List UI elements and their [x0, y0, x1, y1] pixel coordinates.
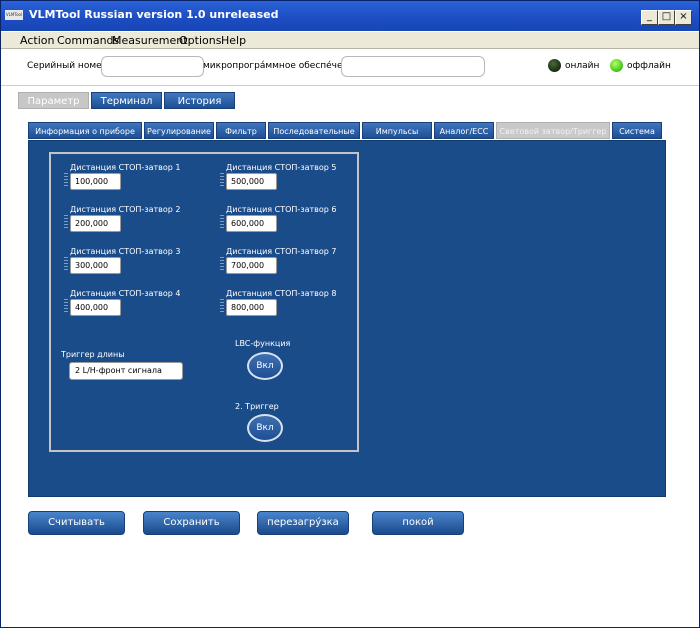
grip-icon [64, 299, 68, 316]
menu-options[interactable]: Options [179, 34, 221, 47]
online-led-icon [548, 59, 561, 72]
app-window: VLMTool VLMTool Russian version 1.0 unre… [0, 0, 700, 628]
lbc-function-label: LBC-функция [235, 339, 291, 348]
tab-history[interactable]: История [164, 92, 235, 109]
subtab-light-barrier-trigger[interactable]: Световой затвор/Триггер [496, 122, 610, 139]
save-button[interactable]: Сохранить [143, 511, 240, 535]
distance-4-label: Дистанция СТОП-затвор 4 [70, 289, 181, 298]
tab-parameter[interactable]: Параметр [18, 92, 89, 109]
grip-icon [64, 215, 68, 232]
offline-led-icon [610, 59, 623, 72]
distance-7-input[interactable]: 700,000 [226, 257, 277, 274]
subtab-regulation[interactable]: Регулирование [144, 122, 214, 139]
trigger2-on-button[interactable]: Вкл [247, 414, 283, 442]
distance-1-input[interactable]: 100,000 [70, 173, 121, 190]
distance-8-input[interactable]: 800,000 [226, 299, 277, 316]
subtab-system[interactable]: Система [612, 122, 662, 139]
lbc-on-button[interactable]: Вкл [247, 352, 283, 380]
subtab-analog-ecc[interactable]: Аналог/ЕСС [434, 122, 494, 139]
distance-5-input[interactable]: 500,000 [226, 173, 277, 190]
trigger-length-select[interactable]: 2 L/H-фронт сигнала [69, 362, 183, 380]
menu-bar: Action Commands Measurement Options Help [1, 32, 699, 49]
tab-terminal[interactable]: Терминал [91, 92, 162, 109]
close-button[interactable]: × [675, 10, 692, 25]
menu-measurement[interactable]: Measurement [112, 34, 188, 47]
window-title: VLMTool Russian version 1.0 unreleased [29, 8, 279, 21]
distance-2-input[interactable]: 200,000 [70, 215, 121, 232]
menu-help[interactable]: Help [221, 34, 246, 47]
online-label: онлайн [565, 61, 600, 71]
trigger2-label: 2. Триггер [235, 402, 279, 411]
grip-icon [220, 299, 224, 316]
distance-2-label: Дистанция СТОП-затвор 2 [70, 205, 181, 214]
title-bar[interactable]: VLMTool VLMTool Russian version 1.0 unre… [1, 1, 699, 31]
subtab-filter[interactable]: Фильтр [216, 122, 266, 139]
grip-icon [64, 257, 68, 274]
distance-1-label: Дистанция СТОП-затвор 1 [70, 163, 181, 172]
read-button[interactable]: Считывать [28, 511, 125, 535]
reboot-button[interactable]: перезагру́зка [257, 511, 349, 535]
distance-3-label: Дистанция СТОП-затвор 3 [70, 247, 181, 256]
subtab-pulses[interactable]: Импульсы [362, 122, 432, 139]
offline-label: оффлайн [627, 61, 671, 71]
app-icon: VLMTool [5, 10, 23, 20]
distance-7-label: Дистанция СТОП-затвор 7 [226, 247, 337, 256]
grip-icon [220, 257, 224, 274]
subtab-serial[interactable]: Последовательные [268, 122, 360, 139]
menu-commands[interactable]: Commands [57, 34, 119, 47]
distance-8-label: Дистанция СТОП-затвор 8 [226, 289, 337, 298]
minimize-button[interactable]: _ [641, 10, 658, 25]
subtab-device-info[interactable]: Информация о приборе [28, 122, 142, 139]
grip-icon [220, 173, 224, 190]
distance-3-input[interactable]: 300,000 [70, 257, 121, 274]
distance-4-input[interactable]: 400,000 [70, 299, 121, 316]
idle-button[interactable]: покой [372, 511, 464, 535]
firmware-label: микропрогра́ммное обеспе́чение [203, 61, 360, 71]
trigger-length-label: Триггер длины [61, 350, 125, 359]
grip-icon [220, 215, 224, 232]
distance-6-label: Дистанция СТОП-затвор 6 [226, 205, 337, 214]
serial-label: Серийный номер [27, 61, 108, 71]
maximize-button[interactable]: □ [658, 10, 675, 25]
serial-number-field[interactable] [101, 56, 204, 77]
menu-action[interactable]: Action [20, 34, 54, 47]
distance-6-input[interactable]: 600,000 [226, 215, 277, 232]
grip-icon [64, 173, 68, 190]
distance-5-label: Дистанция СТОП-затвор 5 [226, 163, 337, 172]
firmware-field[interactable] [341, 56, 485, 77]
